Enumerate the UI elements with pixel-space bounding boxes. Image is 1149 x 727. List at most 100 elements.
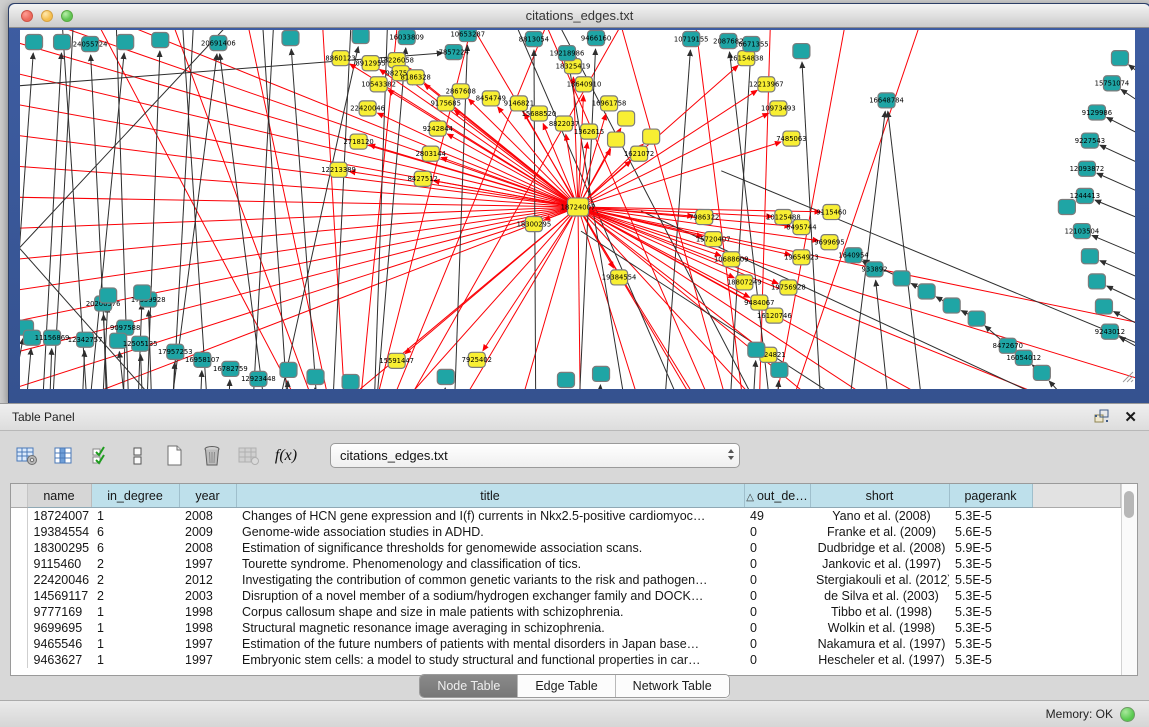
table-cell[interactable]: 0 — [744, 652, 810, 668]
graph-node[interactable] — [1111, 51, 1128, 66]
select-columns-icon[interactable] — [88, 443, 114, 469]
table-cell[interactable]: 2 — [91, 556, 179, 572]
graph-node[interactable] — [1033, 365, 1050, 380]
table-cell[interactable]: 1997 — [179, 636, 236, 652]
table-cell[interactable]: 1 — [91, 636, 179, 652]
table-cell[interactable]: 1997 — [179, 652, 236, 668]
graph-edge[interactable] — [578, 113, 768, 207]
graph-edge[interactable] — [291, 49, 320, 389]
resize-grip-icon[interactable] — [1121, 370, 1134, 388]
graph-edge[interactable] — [578, 207, 581, 389]
table-cell[interactable]: de Silva et al. (2003) — [810, 588, 949, 604]
close-window-button[interactable] — [21, 10, 33, 22]
graph-node[interactable] — [26, 35, 43, 50]
table-scrollbar[interactable] — [1121, 484, 1137, 675]
table-cell[interactable]: Disruption of a novel member of a sodium… — [236, 588, 744, 604]
table-cell[interactable]: 5.3E-5 — [949, 620, 1032, 636]
graph-edge[interactable] — [876, 280, 894, 389]
graph-edge[interactable] — [581, 231, 922, 389]
table-cell[interactable]: 0 — [744, 572, 810, 588]
table-cell[interactable]: 5.3E-5 — [949, 556, 1032, 572]
graph-node[interactable] — [1081, 249, 1098, 264]
table-cell[interactable]: Corpus callosum shape and size in male p… — [236, 604, 744, 620]
table-cell[interactable]: Jankovic et al. (1997) — [810, 556, 949, 572]
graph-node[interactable] — [280, 362, 297, 377]
graph-node[interactable] — [943, 298, 960, 313]
window-titlebar[interactable]: citations_edges.txt — [9, 4, 1149, 28]
graph-node[interactable] — [557, 372, 574, 387]
graph-node[interactable] — [342, 374, 359, 389]
graph-edge[interactable] — [80, 351, 85, 389]
graph-edge[interactable] — [198, 371, 202, 389]
table-row[interactable]: 946362711997Embryonic stem cells: a mode… — [11, 652, 1121, 668]
table-cell[interactable]: 1997 — [179, 556, 236, 572]
table-cell[interactable]: 0 — [744, 604, 810, 620]
tab-network-table[interactable]: Network Table — [616, 675, 729, 697]
table-cell[interactable]: 6 — [91, 524, 179, 540]
table-cell[interactable]: 1998 — [179, 604, 236, 620]
graph-edge[interactable] — [597, 385, 600, 389]
graph-node[interactable] — [608, 132, 625, 147]
graph-edge[interactable] — [20, 30, 578, 207]
table-row[interactable]: 977716911998Corpus callosum shape and si… — [11, 604, 1121, 620]
table-row[interactable]: 1938455462009Genome-wide association stu… — [11, 524, 1121, 540]
delete-column-icon[interactable] — [199, 443, 225, 469]
table-cell[interactable]: 1 — [91, 652, 179, 668]
column-header-short[interactable]: short — [810, 484, 949, 508]
table-cell[interactable]: 2008 — [179, 540, 236, 556]
graph-edge[interactable] — [1095, 200, 1135, 236]
graph-node[interactable] — [643, 129, 660, 144]
graph-edge[interactable] — [750, 361, 755, 389]
graph-node[interactable] — [100, 288, 117, 303]
table-cell[interactable]: 5.9E-5 — [949, 540, 1032, 556]
column-header-in_degree[interactable]: in_degree — [91, 484, 179, 508]
table-cell[interactable]: 1 — [91, 620, 179, 636]
table-cell[interactable]: 2012 — [179, 572, 236, 588]
graph-edge[interactable] — [442, 388, 445, 389]
table-row[interactable]: 946554611997Estimation of the future num… — [11, 636, 1121, 652]
tab-edge-table[interactable]: Edge Table — [518, 675, 615, 697]
graph-edge[interactable] — [20, 196, 578, 207]
graph-edge[interactable] — [20, 30, 578, 207]
graph-node[interactable] — [1058, 199, 1075, 214]
graph-edge[interactable] — [380, 69, 578, 207]
table-cell[interactable]: 0 — [744, 636, 810, 652]
graph-edge[interactable] — [226, 380, 229, 389]
table-cell[interactable]: 0 — [744, 588, 810, 604]
graph-node[interactable] — [1088, 274, 1105, 289]
table-cell[interactable]: 2 — [91, 572, 179, 588]
table-cell[interactable]: 5.3E-5 — [949, 604, 1032, 620]
table-cell[interactable]: Changes of HCN gene expression and I(f) … — [236, 508, 744, 525]
graph-node[interactable] — [771, 362, 788, 377]
table-cell[interactable]: Embryonic stem cells: a model to study s… — [236, 652, 744, 668]
table-cell[interactable]: 22420046 — [27, 572, 91, 588]
column-header-pagerank[interactable]: pagerank — [949, 484, 1032, 508]
table-cell[interactable]: Structural magnetic resonance image aver… — [236, 620, 744, 636]
graph-edge[interactable] — [888, 111, 928, 389]
table-cell[interactable]: 9465546 — [27, 636, 91, 652]
graph-edge[interactable] — [1121, 89, 1135, 130]
table-cell[interactable]: 5.5E-5 — [949, 572, 1032, 588]
graph-node[interactable] — [893, 271, 910, 286]
graph-node[interactable] — [437, 369, 454, 384]
graph-node[interactable] — [134, 285, 151, 300]
table-cell[interactable]: 0 — [744, 540, 810, 556]
table-cell[interactable]: Investigating the contribution of common… — [236, 572, 744, 588]
table-cell[interactable]: Dudbridge et al. (2008) — [810, 540, 949, 556]
table-cell[interactable]: 2008 — [179, 508, 236, 525]
table-cell[interactable]: 49 — [744, 508, 810, 525]
table-row[interactable]: 1830029562008Estimation of significance … — [11, 540, 1121, 556]
network-canvas[interactable]: 1872400718300295886012389129551822605898… — [20, 30, 1135, 389]
minimize-window-button[interactable] — [41, 10, 53, 22]
table-cell[interactable]: Hescheler et al. (1997) — [810, 652, 949, 668]
table-cell[interactable]: 5.3E-5 — [949, 508, 1032, 525]
graph-edge[interactable] — [349, 171, 578, 207]
table-cell[interactable]: Yano et al. (2008) — [810, 508, 949, 525]
column-header-year[interactable]: year — [179, 484, 236, 508]
table-row[interactable]: 1872400712008Changes of HCN gene express… — [11, 508, 1121, 525]
table-row[interactable]: 969969511998Structural magnetic resonanc… — [11, 620, 1121, 636]
graph-node[interactable] — [918, 284, 935, 299]
table-cell[interactable]: 5.6E-5 — [949, 524, 1032, 540]
table-cell[interactable]: 1 — [91, 604, 179, 620]
graph-edge[interactable] — [20, 126, 578, 207]
